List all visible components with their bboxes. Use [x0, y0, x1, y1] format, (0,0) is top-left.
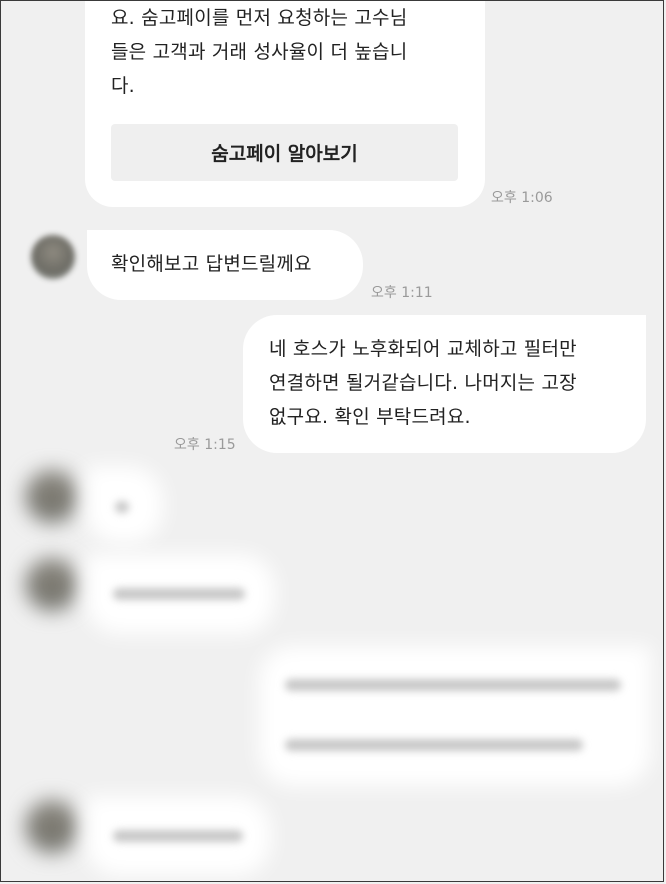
blurred-text [285, 679, 621, 691]
blurred-text [115, 501, 129, 513]
soomgo-pay-learn-more-button[interactable]: 숨고페이 알아보기 [111, 124, 458, 181]
avatar [26, 559, 78, 611]
message-text: 요. 숨고페이를 먼저 요청하는 고수님 들은 고객과 거래 성사율이 더 높습… [111, 7, 408, 97]
message-bubble-blurred [259, 646, 651, 786]
blurred-text [113, 588, 245, 600]
message-bubble-sent: 네 호스가 노후화되어 교체하고 필터만 연결하면 될거같습니다. 나머지는 고… [243, 315, 646, 453]
avatar [31, 235, 75, 279]
blurred-text [285, 739, 583, 751]
message-text: 네 호스가 노후화되어 교체하고 필터만 연결하면 될거같습니다. 나머지는 고… [269, 338, 577, 428]
message-bubble-received: 확인해보고 답변드릴께요 [87, 230, 363, 300]
message-time: 오후 1:11 [371, 285, 433, 301]
message-bubble-soomgo-pay: 요. 숨고페이를 먼저 요청하는 고수님 들은 고객과 거래 성사율이 더 높습… [85, 1, 485, 207]
avatar [26, 801, 78, 853]
chat-screen: 요. 숨고페이를 먼저 요청하는 고수님 들은 고객과 거래 성사율이 더 높습… [0, 0, 664, 882]
message-time: 오후 1:06 [491, 190, 553, 206]
blurred-text [113, 830, 243, 842]
message-text: 확인해보고 답변드릴께요 [111, 253, 312, 275]
avatar [26, 471, 78, 523]
message-time: 오후 1:15 [174, 437, 236, 453]
